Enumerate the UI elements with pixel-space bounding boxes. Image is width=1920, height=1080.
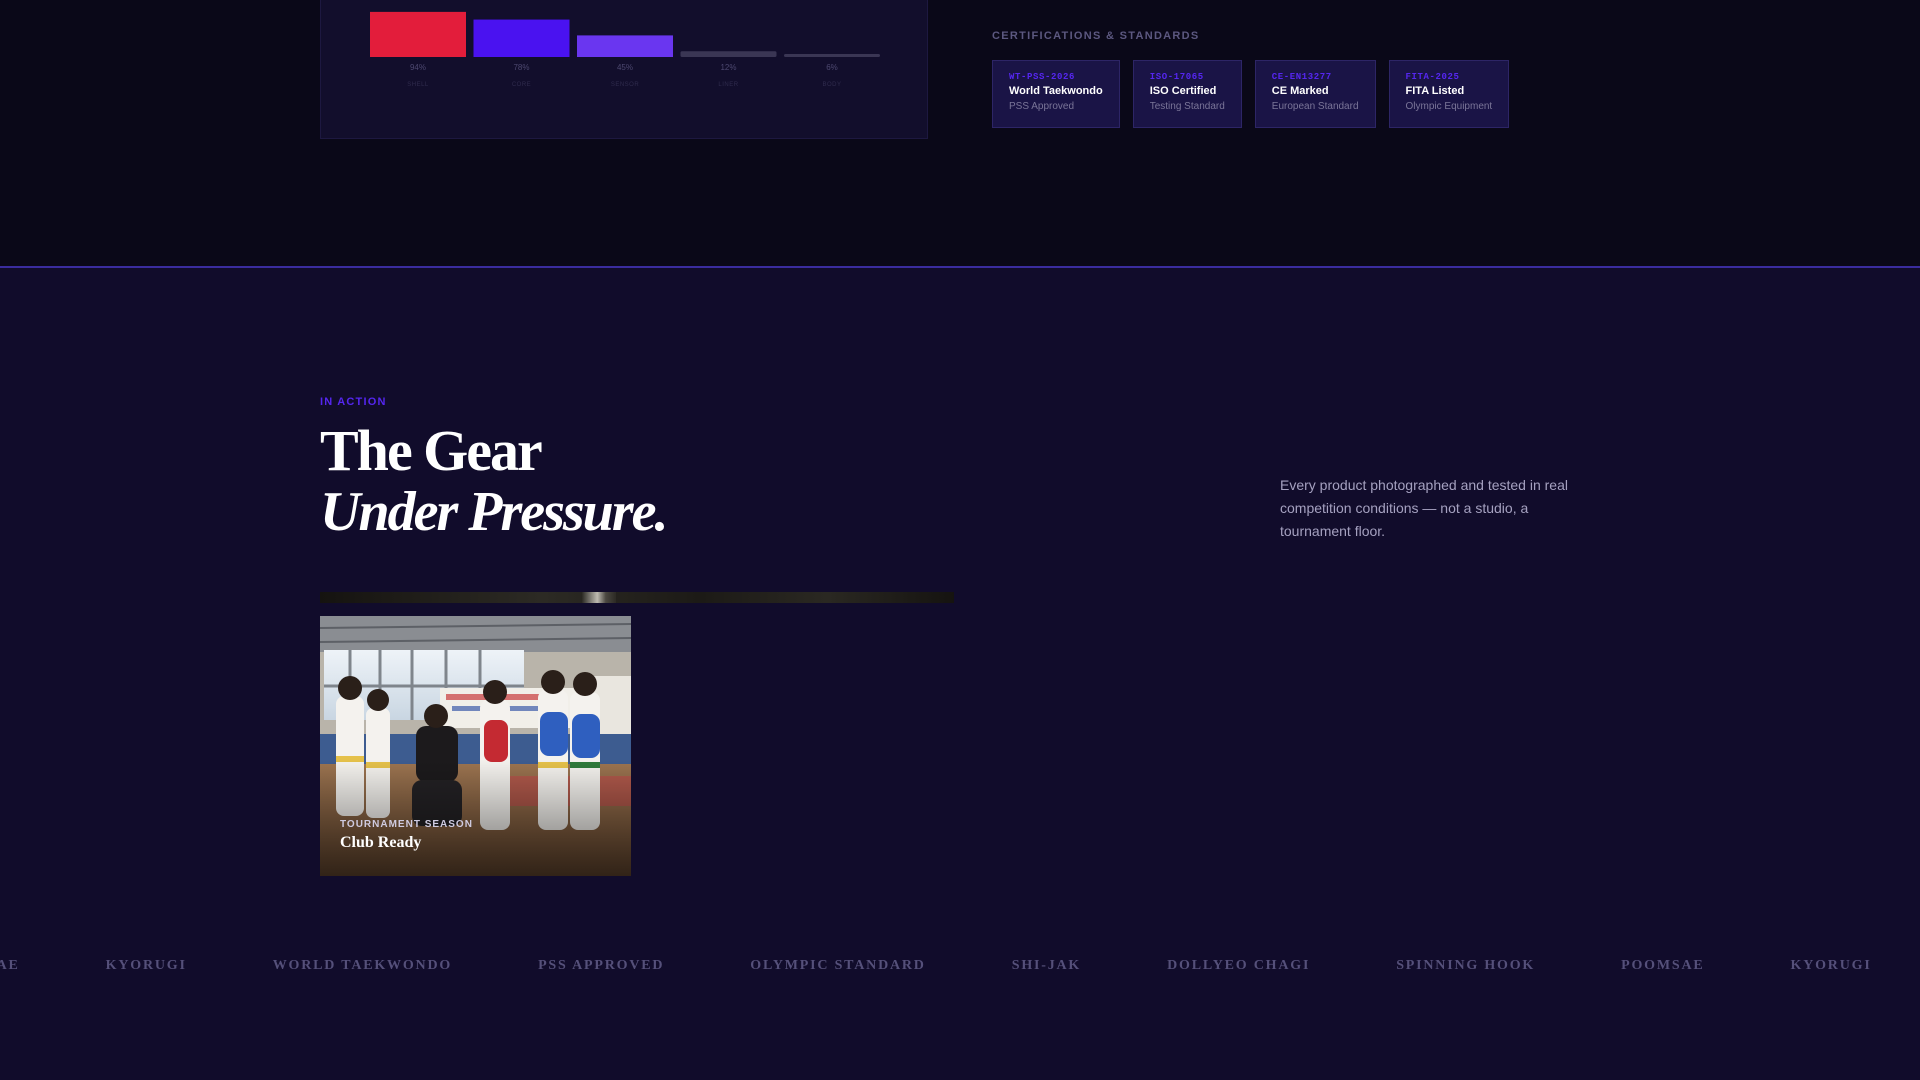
specs-section — [0, 0, 1920, 266]
cert-subtitle: European Standard — [1271, 101, 1359, 112]
photo-caption-kicker: TOURNAMENT SEASON — [340, 819, 473, 830]
section-eyebrow: IN ACTION — [320, 396, 387, 408]
cert-subtitle: Olympic Equipment — [1405, 101, 1493, 112]
material-bar-chart: 94% SHELL 78% CORE 45% SENSOR 12% LINER 6% BODY — [370, 11, 880, 88]
headline-line-1: The Gear — [320, 418, 543, 483]
marquee-item: SPINNING HOOK — [1396, 958, 1536, 973]
bar-sensor — [577, 35, 673, 57]
bar-liner — [680, 51, 777, 57]
bar-value-label: 45% — [617, 63, 633, 72]
wide-photo[interactable] — [320, 592, 954, 603]
cert-code: FITA-2025 — [1405, 72, 1460, 82]
bar-value-label: 78% — [513, 63, 529, 72]
bar-category-label: LINER — [718, 82, 738, 88]
cert-title: FITA Listed — [1405, 85, 1465, 97]
certifications-list: WT-PSS-2026 World Taekwondo PSS Approved… — [992, 60, 1510, 128]
bar-value-label: 6% — [826, 63, 838, 72]
headline-line-2: Under Pressure. — [320, 481, 668, 543]
bar-category-label: CORE — [512, 82, 531, 88]
section-headline: The Gear Under Pressure. — [320, 418, 668, 543]
cert-card-wt[interactable]: WT-PSS-2026 World Taekwondo PSS Approved — [992, 60, 1120, 128]
bar-category-label: SENSOR — [611, 82, 640, 88]
certifications-heading: CERTIFICATIONS & STANDARDS — [992, 30, 1200, 42]
marquee-item: DOLLYEO CHAGI — [1167, 958, 1311, 973]
marquee-item: SHI-JAK — [1011, 958, 1082, 973]
marquee-item: POOMSAE — [1621, 958, 1705, 973]
bar-shell — [370, 11, 466, 57]
bar-value-label: 94% — [410, 63, 426, 72]
section-intro: Every product photographed and tested in… — [1280, 477, 1568, 539]
marquee-item: PSS APPROVED — [538, 958, 665, 973]
marquee-item: KYORUGI — [105, 958, 187, 973]
marquee-item: WORLD TAEKWONDO — [272, 958, 453, 973]
marquee-item: OLYMPIC STANDARD — [750, 958, 926, 973]
keyword-marquee: MSAE KYORUGI WORLD TAEKWONDO PSS APPROVE… — [0, 958, 1872, 978]
bar-category-label: SHELL — [407, 82, 429, 88]
cert-subtitle: PSS Approved — [1009, 101, 1075, 112]
cert-code: CE-EN13277 — [1271, 72, 1332, 82]
marquee-item: KYORUGI — [1790, 958, 1872, 973]
cert-subtitle: Testing Standard — [1149, 101, 1225, 112]
cert-title: CE Marked — [1271, 85, 1329, 97]
bar-category-label: BODY — [822, 82, 841, 88]
photo-caption-title: Club Ready — [340, 834, 422, 851]
bar-body — [784, 54, 880, 57]
bar-core — [473, 19, 570, 58]
cert-title: World Taekwondo — [1009, 85, 1103, 97]
cert-card-fita[interactable]: FITA-2025 FITA Listed Olympic Equipment — [1388, 60, 1510, 128]
material-chart-panel: 94% SHELL 78% CORE 45% SENSOR 12% LINER 6% BODY — [320, 0, 928, 139]
cert-card-iso[interactable]: ISO-17065 ISO Certified Testing Standard — [1132, 60, 1242, 128]
photo-card-club-ready[interactable]: TOURNAMENT SEASON Club Ready — [320, 616, 631, 876]
cert-card-ce[interactable]: CE-EN13277 CE Marked European Standard — [1254, 60, 1376, 128]
cert-code: ISO-17065 — [1149, 72, 1204, 82]
marquee-item: MSAE — [0, 958, 20, 973]
bar-value-label: 12% — [720, 63, 736, 72]
cert-title: ISO Certified — [1149, 85, 1217, 97]
photo-highlight — [582, 592, 616, 603]
cert-code: WT-PSS-2026 — [1009, 72, 1076, 82]
